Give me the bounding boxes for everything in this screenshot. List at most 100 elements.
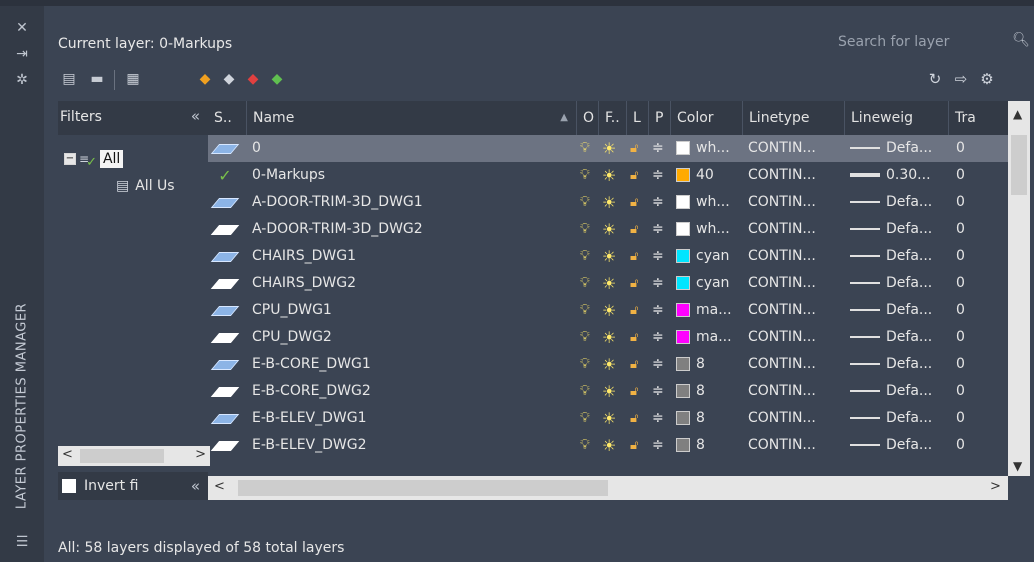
on-off-cell[interactable]: 💡︎ <box>580 189 598 216</box>
color-cell[interactable]: wh... <box>676 189 742 216</box>
layer-row[interactable]: CHAIRS_DWG1 💡︎ ☀ 🔓︎ ≑ cyan CONTIN... Defa... 0 <box>208 243 1008 270</box>
col-on[interactable]: O <box>576 101 598 135</box>
layer-settings-icon[interactable]: ⇨ <box>950 68 972 90</box>
layer-row[interactable]: CPU_DWG2 💡︎ ☀ 🔓︎ ≑ ma... CONTIN... Defa... 0 <box>208 324 1008 351</box>
layer-status-cell[interactable] <box>210 297 240 324</box>
linetype-cell[interactable]: CONTIN... <box>748 270 844 297</box>
color-cell[interactable]: wh... <box>676 216 742 243</box>
color-cell[interactable]: ma... <box>676 297 742 324</box>
transparency-cell[interactable]: 0 <box>956 297 996 324</box>
freeze-cell[interactable]: ☀ <box>602 324 624 351</box>
freeze-cell[interactable]: ☀ <box>602 270 624 297</box>
color-cell[interactable]: 8 <box>676 432 742 459</box>
lineweight-cell[interactable]: Defa... <box>850 243 948 270</box>
linetype-cell[interactable]: CONTIN... <box>748 297 844 324</box>
lock-cell[interactable]: 🔓︎ <box>630 432 648 459</box>
on-off-cell[interactable]: 💡︎ <box>580 297 598 324</box>
lineweight-cell[interactable]: 0.30... <box>850 162 948 189</box>
layer-row[interactable]: A-DOOR-TRIM-3D_DWG1 💡︎ ☀ 🔓︎ ≑ wh... CONTIN... D… <box>208 189 1008 216</box>
new-layer-icon[interactable]: ◆ <box>194 68 216 90</box>
layer-status-cell[interactable] <box>210 189 240 216</box>
lock-cell[interactable]: 🔓︎ <box>630 162 648 189</box>
col-lock[interactable]: L <box>626 101 648 135</box>
refresh-icon[interactable]: ↻ <box>924 68 946 90</box>
col-freeze[interactable]: F.. <box>598 101 626 135</box>
on-off-cell[interactable]: 💡︎ <box>580 324 598 351</box>
linetype-cell[interactable]: CONTIN... <box>748 162 844 189</box>
lock-cell[interactable]: 🔓︎ <box>630 378 648 405</box>
lock-cell[interactable]: 🔓︎ <box>630 135 648 162</box>
freeze-cell[interactable]: ☀ <box>602 405 624 432</box>
lineweight-cell[interactable]: Defa... <box>850 324 948 351</box>
lineweight-cell[interactable]: Defa... <box>850 378 948 405</box>
new-layer-vp-frozen-icon[interactable]: ◆ <box>218 68 240 90</box>
freeze-cell[interactable]: ☀ <box>602 189 624 216</box>
plot-cell[interactable]: ≑ <box>652 297 670 324</box>
color-cell[interactable]: 8 <box>676 378 742 405</box>
layer-status-cell[interactable] <box>210 135 240 162</box>
on-off-cell[interactable]: 💡︎ <box>580 405 598 432</box>
lock-cell[interactable]: 🔓︎ <box>630 270 648 297</box>
on-off-cell[interactable]: 💡︎ <box>580 216 598 243</box>
linetype-cell[interactable]: CONTIN... <box>748 405 844 432</box>
freeze-cell[interactable]: ☀ <box>602 162 624 189</box>
on-off-cell[interactable]: 💡︎ <box>580 135 598 162</box>
lock-cell[interactable]: 🔓︎ <box>630 324 648 351</box>
set-current-icon[interactable]: ◆ <box>266 68 288 90</box>
color-cell[interactable]: cyan <box>676 243 742 270</box>
layer-row[interactable]: E-B-ELEV_DWG2 💡︎ ☀ 🔓︎ ≑ 8 CONTIN... Defa... 0 <box>208 432 1008 459</box>
lineweight-cell[interactable]: Defa... <box>850 189 948 216</box>
layer-name[interactable]: A-DOOR-TRIM-3D_DWG2 <box>252 216 572 243</box>
layer-row[interactable]: E-B-CORE_DWG2 💡︎ ☀ 🔓︎ ≑ 8 CONTIN... Defa... 0 <box>208 378 1008 405</box>
lineweight-cell[interactable]: Defa... <box>850 297 948 324</box>
layer-row[interactable]: E-B-CORE_DWG1 💡︎ ☀ 🔓︎ ≑ 8 CONTIN... Defa... 0 <box>208 351 1008 378</box>
freeze-cell[interactable]: ☀ <box>602 216 624 243</box>
hscroll-thumb[interactable] <box>238 480 608 496</box>
layer-states-manager-icon[interactable]: ▦ <box>122 68 144 90</box>
col-name[interactable]: Name ▲ <box>246 101 576 135</box>
freeze-cell[interactable]: ☀ <box>602 135 624 162</box>
filter-tree-all[interactable]: − ≡ ✓ All <box>64 147 124 171</box>
collapse-filters-bottom-button[interactable]: « <box>191 477 200 495</box>
linetype-cell[interactable]: CONTIN... <box>748 432 844 459</box>
lock-cell[interactable]: 🔓︎ <box>630 189 648 216</box>
invert-filter-checkbox[interactable] <box>62 479 76 493</box>
transparency-cell[interactable]: 0 <box>956 135 996 162</box>
filter-tree-all-used[interactable]: ▤ All Us <box>116 178 175 194</box>
lineweight-cell[interactable]: Defa... <box>850 270 948 297</box>
transparency-cell[interactable]: 0 <box>956 351 996 378</box>
linetype-cell[interactable]: CONTIN... <box>748 351 844 378</box>
plot-cell[interactable]: ≑ <box>652 351 670 378</box>
layer-name[interactable]: 0-Markups <box>252 162 572 189</box>
plot-cell[interactable]: ≑ <box>652 270 670 297</box>
lock-cell[interactable]: 🔓︎ <box>630 405 648 432</box>
on-off-cell[interactable]: 💡︎ <box>580 378 598 405</box>
layer-row[interactable]: 0 💡︎ ☀ 🔓︎ ≑ wh... CONTIN... Defa... 0 <box>208 135 1008 162</box>
freeze-cell[interactable]: ☀ <box>602 351 624 378</box>
transparency-cell[interactable]: 0 <box>956 270 996 297</box>
layer-status-cell[interactable] <box>210 324 240 351</box>
plot-cell[interactable]: ≑ <box>652 243 670 270</box>
plot-cell[interactable]: ≑ <box>652 378 670 405</box>
scroll-down-icon[interactable]: ▼ <box>1013 459 1022 473</box>
linetype-cell[interactable]: CONTIN... <box>748 378 844 405</box>
layer-name[interactable]: CHAIRS_DWG1 <box>252 243 572 270</box>
scroll-thumb[interactable] <box>80 449 164 463</box>
plot-cell[interactable]: ≑ <box>652 216 670 243</box>
layer-status-cell[interactable] <box>210 243 240 270</box>
on-off-cell[interactable]: 💡︎ <box>580 432 598 459</box>
layer-status-cell[interactable] <box>210 405 240 432</box>
layer-name[interactable]: E-B-ELEV_DWG2 <box>252 432 572 459</box>
lineweight-cell[interactable]: Defa... <box>850 432 948 459</box>
transparency-cell[interactable]: 0 <box>956 243 996 270</box>
transparency-cell[interactable]: 0 <box>956 405 996 432</box>
freeze-cell[interactable]: ☀ <box>602 297 624 324</box>
transparency-cell[interactable]: 0 <box>956 216 996 243</box>
lineweight-cell[interactable]: Defa... <box>850 216 948 243</box>
linetype-cell[interactable]: CONTIN... <box>748 324 844 351</box>
lineweight-cell[interactable]: Defa... <box>850 405 948 432</box>
plot-cell[interactable]: ≑ <box>652 405 670 432</box>
plot-cell[interactable]: ≑ <box>652 189 670 216</box>
color-cell[interactable]: ma... <box>676 324 742 351</box>
filter-all-label[interactable]: All <box>99 150 124 168</box>
